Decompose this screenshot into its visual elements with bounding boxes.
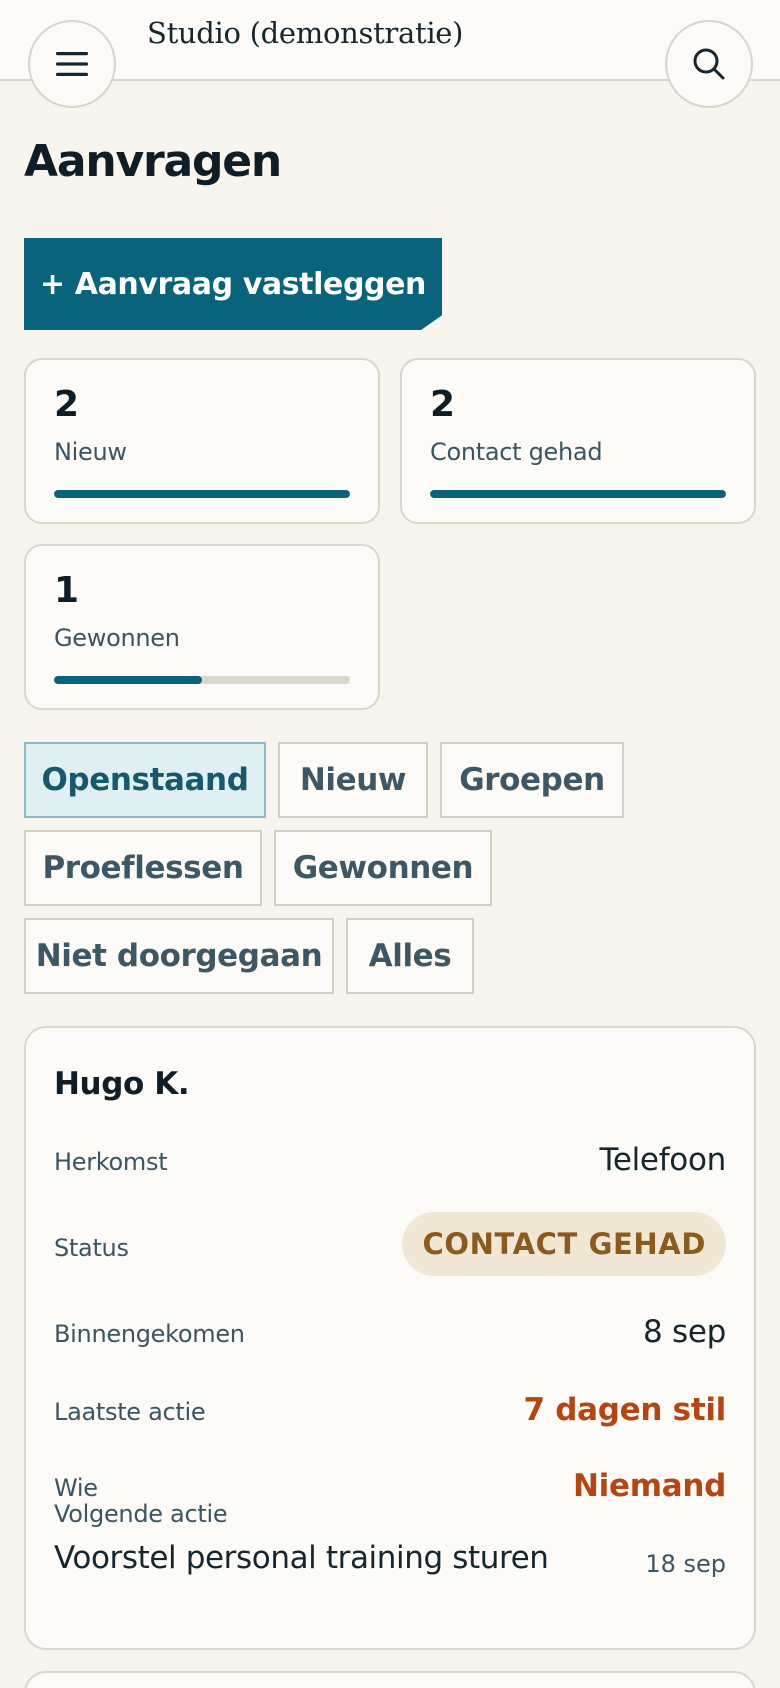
stat-progress-fill [430, 490, 726, 498]
page-title: Aanvragen [24, 136, 282, 187]
stat-card-new[interactable]: 2 Nieuw [24, 358, 380, 524]
stat-label: Nieuw [54, 438, 127, 466]
last-action-value: 7 dagen stil [523, 1392, 727, 1428]
stat-label: Contact gehad [430, 438, 603, 466]
filter-chip-openstaand[interactable]: Openstaand [24, 742, 266, 818]
stat-count: 2 [54, 384, 80, 425]
who-value: Niemand [573, 1468, 726, 1504]
origin-label: Herkomst [54, 1148, 168, 1176]
lead-name: Hugo K. [54, 1066, 190, 1102]
stat-label: Gewonnen [54, 624, 180, 652]
hamburger-menu-icon [56, 52, 88, 76]
status-badge: CONTACT GEHAD [402, 1212, 726, 1276]
received-label: Binnengekomen [54, 1320, 245, 1348]
stat-count: 1 [54, 570, 80, 611]
stat-progress-track [430, 490, 726, 498]
menu-button[interactable] [28, 20, 116, 108]
filter-chip-nieuw[interactable]: Nieuw [278, 742, 428, 818]
filter-chip-proeflessen[interactable]: Proeflessen [24, 830, 262, 906]
add-request-button[interactable]: + Aanvraag vastleggen [24, 238, 442, 330]
lead-card[interactable]: Hugo K. Herkomst Telefoon Status CONTACT… [24, 1026, 756, 1650]
stat-card-contacted[interactable]: 2 Contact gehad [400, 358, 756, 524]
last-action-label: Laatste actie [54, 1398, 206, 1426]
filter-chip-niet-doorgegaan[interactable]: Niet doorgegaan [24, 918, 334, 994]
next-action-label: Volgende actie [54, 1500, 228, 1528]
search-icon [693, 48, 725, 80]
stat-progress-track [54, 490, 350, 498]
origin-value: Telefoon [599, 1142, 726, 1178]
lead-card[interactable] [24, 1671, 756, 1688]
stat-progress-fill [54, 490, 350, 498]
stat-progress-fill [54, 676, 202, 684]
stat-card-won[interactable]: 1 Gewonnen [24, 544, 380, 710]
next-action-date: 18 sep [645, 1550, 726, 1578]
stat-progress-track [54, 676, 350, 684]
status-label: Status [54, 1234, 129, 1262]
who-label: Wie [54, 1474, 98, 1502]
filter-chip-alles[interactable]: Alles [346, 918, 474, 994]
filter-chip-gewonnen[interactable]: Gewonnen [274, 830, 492, 906]
received-value: 8 sep [643, 1314, 726, 1350]
stat-count: 2 [430, 384, 456, 425]
filter-chip-groepen[interactable]: Groepen [440, 742, 624, 818]
app-title: Studio (demonstratie) [147, 16, 464, 50]
next-action-value: Voorstel personal training sturen [54, 1540, 549, 1576]
search-button[interactable] [665, 20, 753, 108]
